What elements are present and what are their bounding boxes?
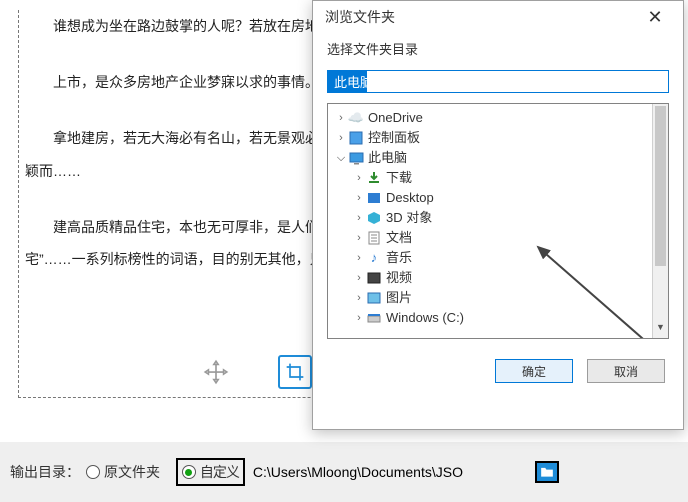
output-bar: 输出目录： 原文件夹 自定义 (0, 458, 688, 486)
cancel-button[interactable]: 取消 (587, 359, 665, 383)
control-panel-icon (348, 130, 364, 146)
close-icon[interactable]: ✕ (635, 8, 675, 26)
drive-icon (366, 310, 382, 326)
tree-item-videos[interactable]: › 视频 (328, 268, 668, 288)
picture-icon (366, 290, 382, 306)
tree-item-pictures[interactable]: › 图片 (328, 288, 668, 308)
folder-tree[interactable]: ▲ ▼ › ☁️ OneDrive › 控制面板 ⌵ 此 (327, 103, 669, 339)
dialog-subtitle: 选择文件夹目录 (313, 33, 683, 64)
output-label: 输出目录： (10, 462, 80, 482)
radio-original-folder[interactable]: 原文件夹 (86, 462, 160, 482)
tree-item-this-pc[interactable]: ⌵ 此电脑 (328, 148, 668, 168)
tree-item-desktop[interactable]: › Desktop (328, 188, 668, 208)
document-icon (366, 230, 382, 246)
tree-item-onedrive[interactable]: › ☁️ OneDrive (328, 108, 668, 128)
move-icon[interactable] (199, 355, 233, 389)
video-icon (366, 270, 382, 286)
browse-folder-dialog: 浏览文件夹 ✕ 选择文件夹目录 ▲ ▼ › ☁️ OneDrive › 控制面板 (312, 0, 684, 430)
ok-button[interactable]: 确定 (495, 359, 573, 383)
tree-item-3d-objects[interactable]: › 3D 对象 (328, 208, 668, 228)
output-path-input[interactable] (251, 463, 531, 481)
chevron-down-icon[interactable]: ⌵ (334, 148, 348, 168)
cube-icon (366, 210, 382, 226)
music-icon: ♪ (366, 250, 382, 266)
download-icon (366, 170, 382, 186)
folder-name-input[interactable] (327, 70, 669, 93)
radio-custom-highlight: 自定义 (176, 458, 245, 486)
radio-custom-folder[interactable]: 自定义 (182, 462, 239, 482)
tree-item-documents[interactable]: › 文档 (328, 228, 668, 248)
crop-icon[interactable] (278, 355, 312, 389)
tree-item-control-panel[interactable]: › 控制面板 (328, 128, 668, 148)
dialog-title: 浏览文件夹 (325, 7, 395, 27)
desktop-icon (366, 190, 382, 206)
tree-item-downloads[interactable]: › 下载 (328, 168, 668, 188)
computer-icon (348, 150, 364, 166)
tree-item-music[interactable]: › ♪ 音乐 (328, 248, 668, 268)
browse-folder-button[interactable] (535, 461, 559, 483)
tree-item-c-drive[interactable]: › Windows (C:) (328, 308, 668, 328)
cloud-icon: ☁️ (348, 110, 364, 126)
